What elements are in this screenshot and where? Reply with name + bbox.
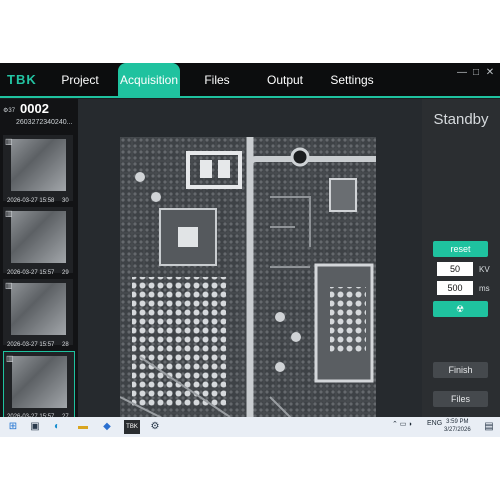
ms-unit: ms bbox=[479, 284, 490, 293]
tab-underline bbox=[0, 96, 500, 98]
tab-settings[interactable]: Settings bbox=[326, 63, 378, 97]
tab-project[interactable]: Project bbox=[50, 63, 110, 97]
thumbnail-image bbox=[12, 356, 67, 408]
files-button[interactable]: Files bbox=[433, 391, 488, 407]
ms-input[interactable]: 500 bbox=[437, 281, 473, 295]
history-thumbnail[interactable]: ▥ bbox=[3, 135, 73, 201]
top-bar: TBK Project Acquisition Files Output Set… bbox=[0, 63, 500, 97]
tray-icons[interactable]: ⌃ ▭ ◗ bbox=[392, 420, 413, 428]
finish-button[interactable]: Finish bbox=[433, 362, 488, 378]
store-icon[interactable]: ◆ bbox=[100, 420, 114, 434]
edge-browser-icon[interactable]: ◐ bbox=[50, 420, 64, 434]
trash-icon[interactable]: ▥ bbox=[5, 209, 13, 218]
reset-button[interactable]: reset bbox=[433, 241, 488, 257]
trash-icon[interactable]: ▥ bbox=[5, 137, 13, 146]
control-panel: Standby reset 50 KV 500 ms ☢ Finish File… bbox=[422, 99, 500, 437]
xray-image[interactable] bbox=[120, 137, 376, 437]
history-thumbnail[interactable]: ▥ bbox=[3, 207, 73, 273]
notification-icon[interactable]: ▤ bbox=[482, 420, 496, 434]
file-explorer-icon[interactable]: ▬ bbox=[76, 420, 90, 434]
tab-output[interactable]: Output bbox=[258, 63, 312, 97]
clock[interactable]: 3:59 PM 3/27/2026 bbox=[444, 418, 471, 434]
taskbar: ⊞ ▣ ◐ ▬ ◆ TBK ⚙ ⌃ ▭ ◗ ENG 3:59 PM 3/27/2… bbox=[0, 417, 500, 437]
sample-number: 0002 bbox=[20, 101, 49, 116]
windows-start-icon[interactable]: ⊞ bbox=[6, 420, 20, 434]
thumbnail-number: 30 bbox=[62, 198, 69, 204]
clock-date: 3/27/2026 bbox=[444, 427, 471, 433]
thumbnail-date: 2026-03-27 15:58 bbox=[7, 198, 55, 204]
thumbnail-image bbox=[11, 211, 66, 263]
thumbnail-image bbox=[11, 139, 66, 191]
app-logo: TBK bbox=[7, 72, 37, 87]
kv-input[interactable]: 50 bbox=[437, 262, 473, 276]
thumbnail-image bbox=[11, 283, 66, 335]
tab-files[interactable]: Files bbox=[192, 63, 242, 97]
history-thumbnail-selected[interactable]: ▥ bbox=[3, 351, 75, 419]
clock-time: 3:59 PM bbox=[446, 419, 469, 425]
tbk-app-icon[interactable]: TBK bbox=[124, 420, 140, 434]
minimize-icon[interactable]: — bbox=[456, 67, 468, 78]
thumbnail-number: 29 bbox=[62, 270, 69, 276]
task-view-icon[interactable]: ▣ bbox=[28, 420, 42, 434]
image-viewer[interactable] bbox=[78, 99, 422, 437]
language-indicator[interactable]: ENG bbox=[427, 420, 442, 427]
sample-code: 2603272340240... bbox=[16, 119, 73, 126]
history-panel: ⚙37 0002 2603272340240... ▥ 2026-03-27 1… bbox=[0, 99, 78, 437]
history-thumbnail[interactable]: ▥ bbox=[3, 279, 73, 345]
thumbnail-date: 2026-03-27 15:57 bbox=[7, 270, 55, 276]
thumbnail-date: 2026-03-27 15:57 bbox=[7, 342, 55, 348]
settings-gear-icon[interactable]: ⚙ bbox=[148, 420, 162, 434]
trash-icon[interactable]: ▥ bbox=[6, 354, 14, 363]
tab-acquisition[interactable]: Acquisition bbox=[118, 63, 180, 97]
trash-icon[interactable]: ▥ bbox=[5, 281, 13, 290]
close-icon[interactable]: ✕ bbox=[484, 67, 496, 78]
thumbnail-number: 28 bbox=[62, 342, 69, 348]
status-label: Standby bbox=[433, 111, 489, 128]
radiation-icon: ☢ bbox=[455, 304, 465, 314]
xray-pcb-image bbox=[120, 137, 376, 437]
app-window: TBK Project Acquisition Files Output Set… bbox=[0, 63, 500, 437]
xray-toggle-button[interactable]: ☢ bbox=[433, 301, 488, 317]
sample-badge: ⚙37 bbox=[3, 108, 16, 114]
maximize-icon[interactable]: □ bbox=[470, 67, 482, 78]
kv-unit: KV bbox=[479, 265, 490, 274]
